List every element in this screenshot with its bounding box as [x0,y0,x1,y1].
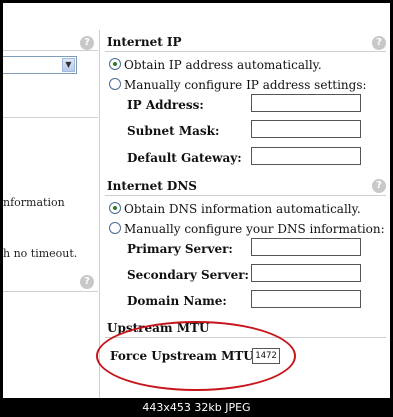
ip-address-label: IP Address: [127,98,204,112]
subnet-mask-field[interactable] [251,120,361,138]
highlight-annotation-oval [96,321,296,391]
divider [3,291,98,292]
primary-server-label: Primary Server: [127,242,233,256]
timeout-text-fragment: h no timeout. [3,247,78,260]
ip-auto-radio[interactable] [109,58,121,70]
default-gateway-field[interactable] [251,147,361,165]
help-icon[interactable]: ? [372,36,386,50]
ip-manual-label: Manually configure IP address settings: [124,78,367,92]
help-icon[interactable]: ? [372,179,386,193]
ip-manual-option[interactable]: Manually configure IP address settings: [109,78,367,92]
chevron-down-icon[interactable]: ▼ [62,58,75,72]
internet-dns-title: Internet DNS [107,179,197,193]
dns-auto-label: Obtain DNS information automatically. [124,202,361,216]
dns-manual-option[interactable]: Manually configure your DNS information: [109,222,385,236]
dns-manual-radio[interactable] [109,222,121,234]
help-icon[interactable]: ? [80,275,94,289]
default-gateway-label: Default Gateway: [127,151,242,165]
internet-ip-title: Internet IP [107,35,182,49]
column-divider [99,30,100,398]
divider [3,117,98,118]
dns-manual-label: Manually configure your DNS information: [124,222,385,236]
ip-manual-radio[interactable] [109,78,121,90]
ip-auto-label: Obtain IP address automatically. [124,58,322,72]
left-panel: ? ▼ nformation h no timeout. ? [3,3,98,398]
subnet-mask-label: Subnet Mask: [127,124,220,138]
secondary-server-label: Secondary Server: [127,268,249,282]
info-text-fragment: nformation [3,196,65,209]
image-caption: 443x453 32kb JPEG [142,401,251,414]
domain-name-label: Domain Name: [127,294,227,308]
help-icon[interactable]: ? [80,36,94,50]
connection-type-select[interactable]: ▼ [3,56,77,74]
dns-auto-radio[interactable] [109,202,121,214]
divider [3,50,98,51]
domain-name-field[interactable] [251,290,361,308]
ip-address-field[interactable] [251,94,361,112]
divider [105,51,386,52]
divider [105,195,386,196]
secondary-server-field[interactable] [251,264,361,282]
screenshot-frame: ? ▼ nformation h no timeout. ? Internet … [3,3,390,398]
dns-auto-option[interactable]: Obtain DNS information automatically. [109,202,361,216]
primary-server-field[interactable] [251,238,361,256]
ip-auto-option[interactable]: Obtain IP address automatically. [109,58,322,72]
